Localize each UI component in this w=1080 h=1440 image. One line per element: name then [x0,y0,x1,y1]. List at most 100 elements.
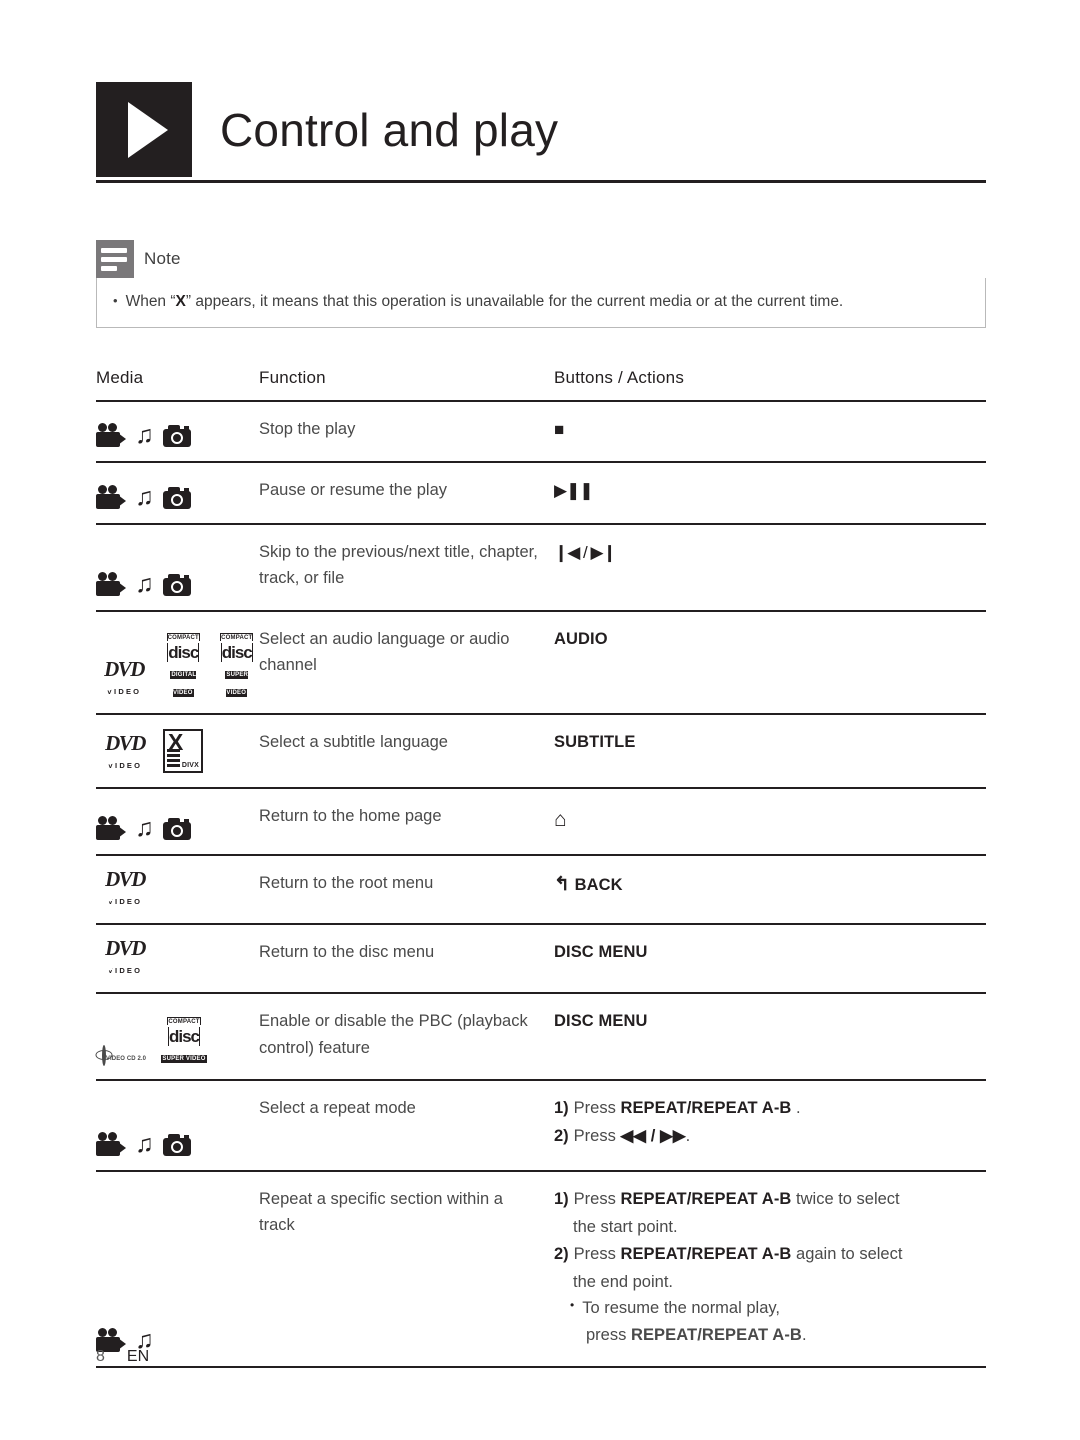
column-header-function: Function [259,368,326,387]
repeat-button-label: REPEAT/REPEAT A-B [630,1325,802,1344]
chapter-header: Control and play [96,82,986,177]
skip-buttons-glyph: ❙◀ / ▶❙ [554,542,617,562]
function-cell: Pause or resume the play [259,481,448,500]
note-bullet: • [113,293,118,308]
dvd-logo-word: DVD [105,730,146,755]
sub-bullet-line-1: To resume the normal play, [582,1299,780,1318]
table-row: ♫ Pause or resume the play ▶❚❚ [96,462,986,524]
buttons-cell: 1) Press REPEAT/REPEAT A-B twice to sele… [554,1171,986,1367]
table-row: DVD VIDEO Return to the disc menu DISC M… [96,924,986,994]
compact-disc-digital-video-logo: COMPACT disc DIGITAL VIDEO [161,626,205,699]
note-lines-icon [96,240,134,278]
step-text: Press [573,1127,621,1146]
step-text: Press [573,1189,621,1208]
function-cell: Stop the play [259,420,356,438]
buttons-cell: AUDIO [554,611,986,714]
music-note-icon: ♫ [135,421,154,450]
note-label: Note [144,249,181,268]
media-cell: ♫ [96,788,259,856]
dvd-logo-word: DVD [104,656,145,681]
page-footer: 8 EN [96,1348,149,1366]
media-cell: ♫ [96,1080,259,1171]
buttons-cell: DISC MENU [554,924,986,993]
repeat-button-label: REPEAT/REPEAT A-B [620,1189,792,1208]
table-row: DVD VIDEO COMPACT disc DIGITAL VIDEO COM… [96,611,986,714]
rewind-forward-glyph: ◀◀ / ▶▶ [620,1127,686,1146]
sub-bullet-item: • To resume the normal play, [554,1295,986,1321]
buttons-cell: ▶❚❚ [554,462,986,523]
media-cell: ♫ [96,1171,259,1367]
media-cell: ♫ [96,401,259,462]
buttons-cell: ■ [554,401,986,462]
function-cell: Repeat a specific section within a track [259,1189,503,1235]
step-number: 1) [554,1189,569,1208]
video-camera-icon [96,423,126,448]
note-text-after: ” appears, it means that this operation … [185,293,844,310]
dvd-logo-word: DVD [105,867,146,892]
note-body: • When “X” appears, it means that this o… [96,278,986,329]
audio-button-label: AUDIO [554,629,608,648]
step-text: Press [573,1244,621,1263]
play-triangle-icon [96,82,192,177]
media-cell: DVD VIDEO [96,855,259,924]
instruction-step: 2) Press REPEAT/REPEAT A-B again to sele… [554,1241,986,1267]
column-header-media: Media [96,368,144,387]
music-note-icon: ♫ [135,482,154,511]
note-x-symbol: X [175,293,186,310]
instruction-step: 1) Press REPEAT/REPEAT A-B . [554,1095,986,1121]
media-cell: DVD VIDEO [96,924,259,993]
media-cell: ♫ [96,524,259,611]
function-cell: Enable or disable the PBC (playback cont… [259,1012,528,1057]
subtitle-button-label: SUBTITLE [554,732,636,751]
dvd-video-logo: DVD VIDEO [96,730,154,773]
function-cell: Select an audio language or audio channe… [259,629,510,674]
back-button-label: BACK [574,876,623,895]
function-cell: Select a subtitle language [259,732,448,751]
photo-camera-icon [162,486,191,509]
dvd-video-logo: DVD VIDEO [96,656,152,699]
step-continuation: the start point. [573,1218,678,1237]
dvd-logo-word: DVD [105,936,146,961]
photo-camera-icon [162,573,191,596]
photo-camera-icon [162,818,191,841]
divx-logo-word: DIVX [181,761,199,769]
music-note-icon: ♫ [135,814,154,843]
music-note-icon: ♫ [135,569,154,598]
repeat-button-label: REPEAT/REPEAT A-B [620,1244,792,1263]
compact-disc-super-video-logo: COMPACT disc SUPER VIDEO [161,1010,207,1065]
sub-bullet-line-2: press REPEAT/REPEAT A-B. [554,1322,986,1348]
step-number: 2) [554,1244,569,1263]
cd-logo-format-text: SUPER VIDEO [161,1054,207,1063]
table-row: ♫ Repeat a specific section within a tra… [96,1171,986,1368]
control-and-play-table: Media Function Buttons / Actions ♫ Stop … [96,368,986,1368]
media-cell: DVD VIDEO X DIVX [96,714,259,788]
table-row: DVD VIDEO X DIVX Select a subtitle langu… [96,714,986,788]
media-cell: VIDEO CD 2.0 COMPACT disc SUPER VIDEO [96,993,259,1080]
instruction-step: 1) Press REPEAT/REPEAT A-B twice to sele… [554,1186,986,1212]
buttons-cell: 1) Press REPEAT/REPEAT A-B . 2) Press ◀◀… [554,1080,986,1171]
home-button-glyph: ⌂ [554,807,567,831]
header-divider [96,180,986,183]
page-title: Control and play [220,103,559,156]
step-text: Press [573,1098,621,1117]
cd-logo-format-text: SUPER VIDEO [225,670,249,697]
photo-camera-icon [162,1133,191,1156]
document-page: Control and play Note • When “X” appears… [0,0,1080,1440]
dvd-video-logo: DVD VIDEO [96,867,154,909]
photo-camera-icon [162,425,191,448]
language-code: EN [126,1348,150,1365]
buttons-cell: ⌂ [554,788,986,856]
cd-logo-disc-text: disc [167,642,199,662]
step-text-post: again to select [791,1244,903,1263]
play-pause-button-glyph: ▶❚❚ [554,481,594,501]
media-cell: ♫ [96,462,259,523]
note-text: When “X” appears, it means that this ope… [126,292,844,311]
back-arrow-icon: ↰ [554,874,571,896]
instruction-step: 2) Press ◀◀ / ▶▶. [554,1123,986,1149]
function-cell: Return to the home page [259,806,442,825]
step-text-post: . [685,1127,691,1146]
video-camera-icon [96,816,126,841]
cd-logo-format-text: DIGITAL VIDEO [170,670,197,697]
music-note-icon: ♫ [135,1129,154,1158]
buttons-cell: ❙◀ / ▶❙ [554,524,986,611]
